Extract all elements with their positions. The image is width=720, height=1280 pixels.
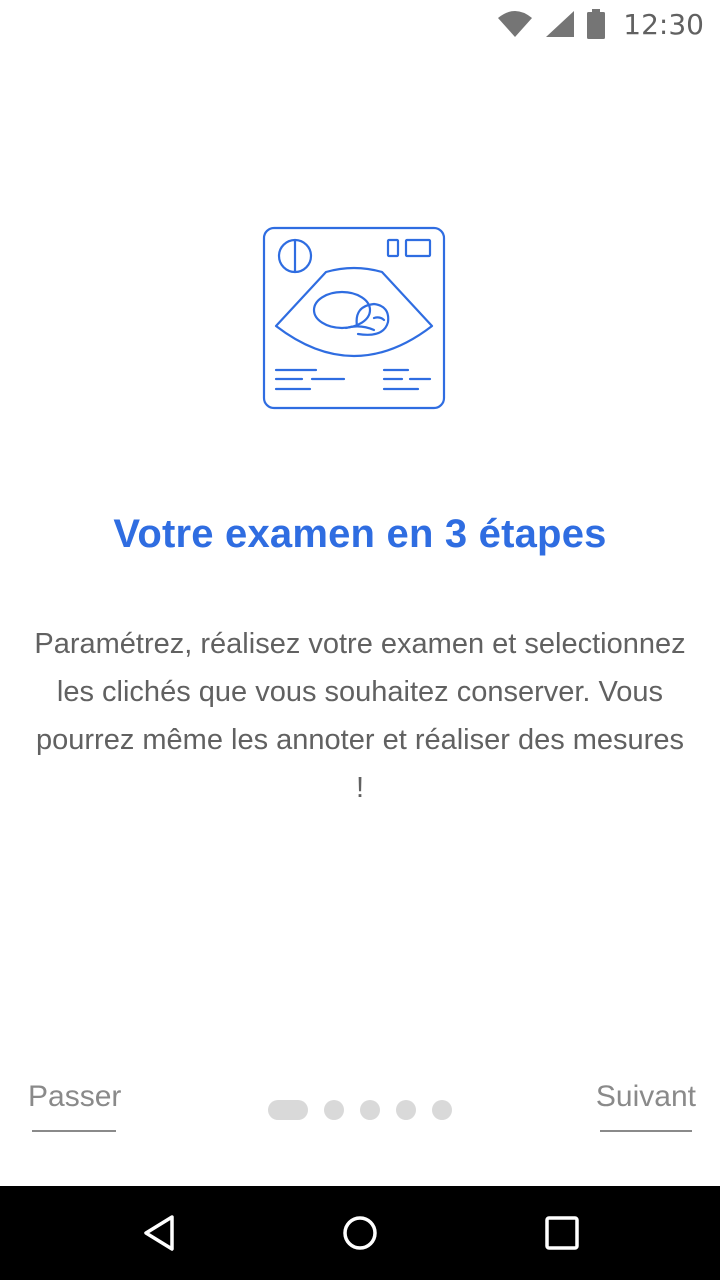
page-dot[interactable] [324,1100,344,1120]
cell-signal-icon [545,10,575,38]
page-dot[interactable] [432,1100,452,1120]
page-dot-active[interactable] [268,1100,308,1120]
status-bar: 12:30 [0,0,720,48]
page-dot[interactable] [396,1100,416,1120]
page-dot[interactable] [360,1100,380,1120]
skip-button[interactable]: Passer [28,1080,121,1114]
next-underline [600,1130,692,1132]
wifi-icon [497,10,533,38]
status-time: 12:30 [623,7,704,41]
ultrasound-scan-icon [262,226,446,410]
next-button[interactable]: Suivant [596,1080,696,1114]
battery-icon [587,9,606,39]
recents-icon[interactable] [530,1201,594,1265]
home-icon[interactable] [328,1201,392,1265]
onboarding-navigation: Passer Suivant [0,1070,720,1150]
skip-underline [32,1130,116,1132]
onboarding-title: Votre examen en 3 étapes [113,512,607,556]
system-navigation-bar [0,1186,720,1280]
page-indicator [268,1100,452,1120]
back-icon[interactable] [128,1201,192,1265]
onboarding-description: Paramétrez, réalisez votre examen et sel… [34,628,686,804]
onboarding-screen: 12:30 Votre examen en 3 étapes Paramétre… [0,0,720,1280]
